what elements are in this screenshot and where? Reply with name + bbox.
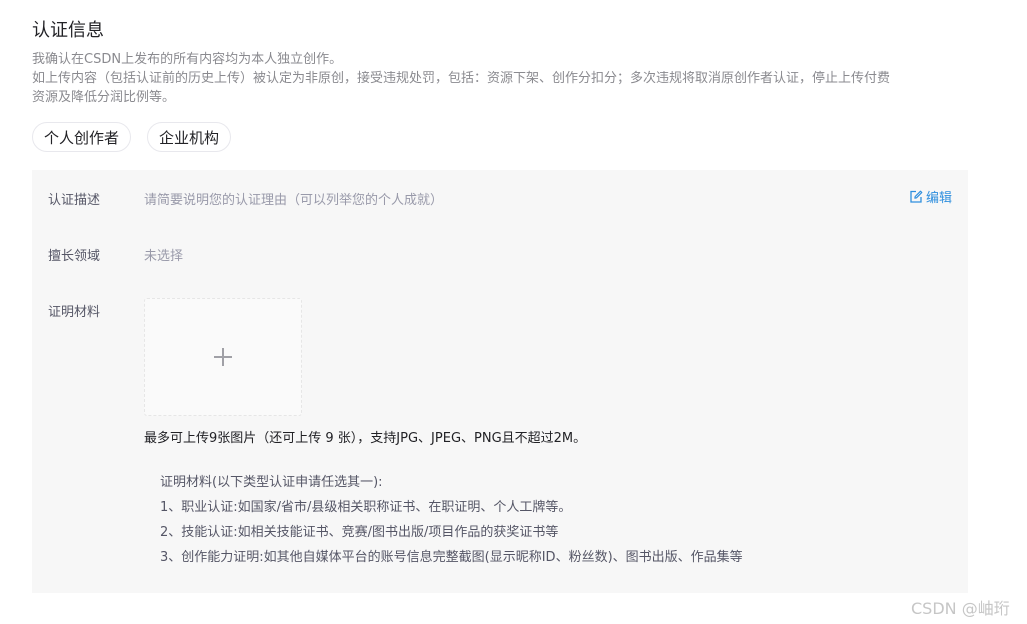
notice-line: 资源及降低分润比例等。 [32, 90, 176, 105]
materials-info-item: 3、创作能力证明:如其他自媒体平台的账号信息完整截图(显示昵称ID、粉丝数)、图… [160, 550, 743, 565]
description-input[interactable]: 请简要说明您的认证理由（可以列举您的个人成就） [144, 189, 443, 208]
creator-type-tabs: 个人创作者 企业机构 [32, 122, 232, 152]
materials-info-item: 2、技能认证:如相关技能证书、竞赛/图书出版/项目作品的获奖证书等 [160, 525, 559, 540]
tab-enterprise[interactable]: 企业机构 [147, 122, 232, 152]
expertise-select[interactable]: 未选择 [144, 245, 183, 264]
tab-individual-creator[interactable]: 个人创作者 [32, 122, 132, 152]
certification-form: 认证描述 请简要说明您的认证理由（可以列举您的个人成就） 编辑 擅长领域 未选择… [32, 170, 968, 593]
expertise-label: 擅长领域 [48, 249, 101, 264]
upload-image-button[interactable] [144, 298, 302, 416]
notice-line: 如上传内容（包括认证前的历史上传）被认定为非原创，接受违规处罚，包括：资源下架、… [32, 71, 891, 86]
watermark: CSDN @岫珩 [911, 599, 1010, 618]
materials-info-title: 证明材料(以下类型认证申请任选其一): [160, 475, 383, 490]
edit-button[interactable]: 编辑 [909, 187, 952, 206]
materials-info-item: 1、职业认证:如国家/省市/县级相关职称证书、在职证明、个人工牌等。 [160, 500, 572, 515]
declaration-notice: 我确认在CSDN上发布的所有内容均为本人独立创作。 如上传内容（包括认证前的历史… [32, 50, 972, 107]
materials-info: 证明材料(以下类型认证申请任选其一): 1、职业认证:如国家/省市/县级相关职称… [160, 470, 743, 570]
notice-line: 我确认在CSDN上发布的所有内容均为本人独立创作。 [32, 52, 343, 67]
upload-hint: 最多可上传9张图片（还可上传 9 张），支持JPG、JPEG、PNG且不超过2M… [144, 431, 587, 446]
page-title: 认证信息 [32, 20, 104, 41]
plus-icon [214, 348, 232, 366]
edit-label: 编辑 [925, 191, 952, 206]
edit-icon [909, 190, 923, 204]
materials-label: 证明材料 [48, 305, 101, 320]
description-label: 认证描述 [48, 193, 101, 208]
